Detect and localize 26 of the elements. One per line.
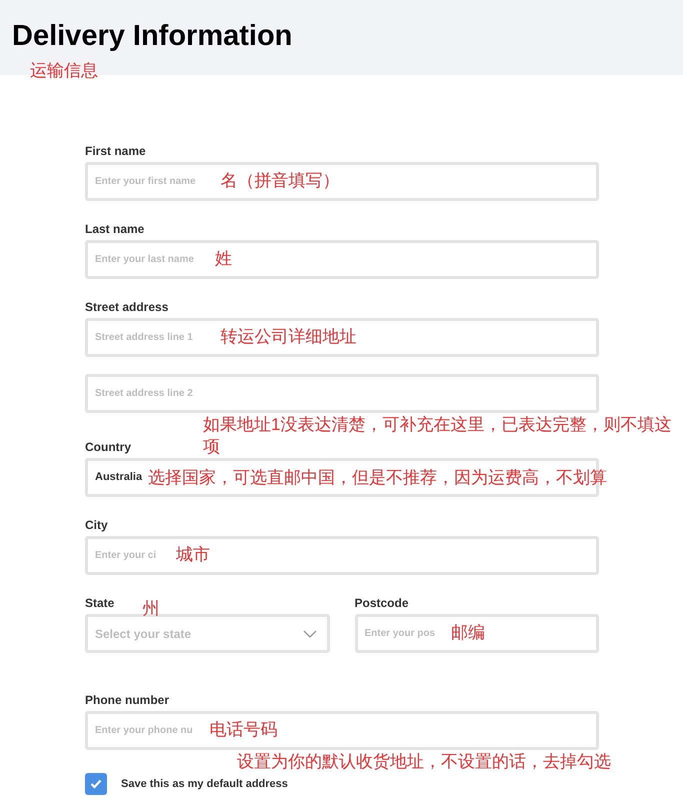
check-icon — [90, 779, 102, 789]
field-label: Last name — [85, 221, 144, 238]
annotation: 运输信息 — [30, 60, 98, 82]
annotation: 名（拼音填写） — [220, 170, 340, 192]
annotation: 城市 — [176, 544, 210, 566]
chevron-down-icon — [302, 630, 316, 638]
field-label: Postcode — [354, 595, 409, 612]
field-label: City — [85, 517, 108, 534]
field-label: State — [85, 595, 114, 612]
annotation: 姓 — [215, 248, 232, 270]
checkbox[interactable] — [85, 773, 107, 795]
annotation: 设置为你的默认收货地址，不设置的话，去掉勾选 — [237, 751, 611, 773]
field-label: Phone number — [85, 692, 170, 709]
text-field[interactable]: Street address line 2 — [85, 374, 599, 413]
annotation: 转运公司详细地址 — [220, 326, 357, 348]
annotation: 如果地址1没表达清楚，可补充在这里，已表达完整，则不填这项 — [203, 414, 672, 458]
country-value: Australia — [95, 470, 142, 486]
field-label: Street address — [85, 299, 168, 316]
annotation: 电话号码 — [209, 719, 278, 741]
field-label: Country — [85, 439, 131, 456]
checkbox-label: Save this as my default address — [121, 776, 288, 792]
annotation: 选择国家，可选直邮中国，但是不推荐，因为运费高，不划算 — [148, 466, 608, 488]
field-label: First name — [85, 143, 146, 160]
page-title: Delivery Information — [12, 19, 294, 54]
annotation: 邮编 — [450, 622, 485, 644]
select-placeholder: Select your state — [95, 626, 192, 642]
